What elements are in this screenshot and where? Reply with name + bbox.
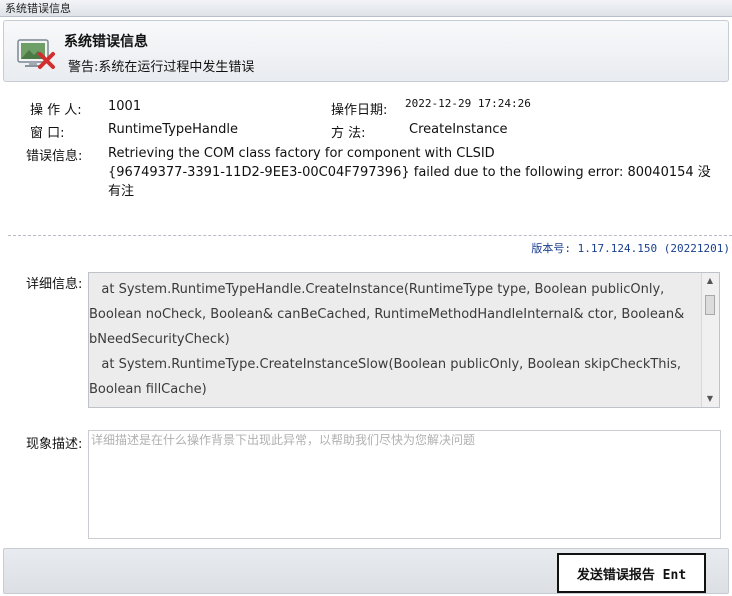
detail-textbox[interactable]: at System.RuntimeTypeHandle.CreateInstan… (88, 272, 720, 408)
scroll-down-arrow-icon[interactable]: ▼ (702, 391, 718, 407)
error-label: 错误信息: (26, 149, 83, 164)
window-title: 系统错误信息 (5, 2, 71, 15)
scroll-thumb[interactable] (705, 295, 715, 315)
monitor-error-icon (17, 39, 55, 69)
description-label: 现象描述: (26, 437, 83, 452)
error-message: Retrieving the COM class factory for com… (108, 146, 711, 199)
window-title-bar: 系统错误信息 (0, 0, 732, 17)
operator-value: 1001 (108, 99, 142, 114)
detail-text: at System.RuntimeTypeHandle.CreateInstan… (89, 282, 685, 397)
header-subtitle: 警告:系统在运行过程中发生错误 (68, 60, 255, 75)
header-title: 系统错误信息 (64, 34, 148, 50)
scroll-up-arrow-icon[interactable]: ▲ (702, 273, 718, 289)
method-value: CreateInstance (409, 122, 508, 137)
window-value: RuntimeTypeHandle (108, 122, 238, 137)
date-label: 操作日期: (331, 103, 388, 118)
divider (8, 235, 732, 236)
operator-label: 操 作 人: (30, 103, 82, 118)
error-header: 系统错误信息 警告:系统在运行过程中发生错误 (3, 20, 729, 82)
method-label: 方 法: (331, 126, 366, 141)
detail-scrollbar[interactable]: ▲ ▼ (701, 273, 719, 407)
window-label: 窗 口: (30, 126, 65, 141)
detail-label: 详细信息: (26, 277, 83, 292)
description-input[interactable] (88, 430, 721, 539)
date-value: 2022-12-29 17:24:26 (405, 97, 531, 110)
version-label: 版本号: 1.17.124.150 (20221201) (531, 242, 730, 255)
send-error-report-button[interactable]: 发送错误报告 Ent (557, 553, 706, 593)
